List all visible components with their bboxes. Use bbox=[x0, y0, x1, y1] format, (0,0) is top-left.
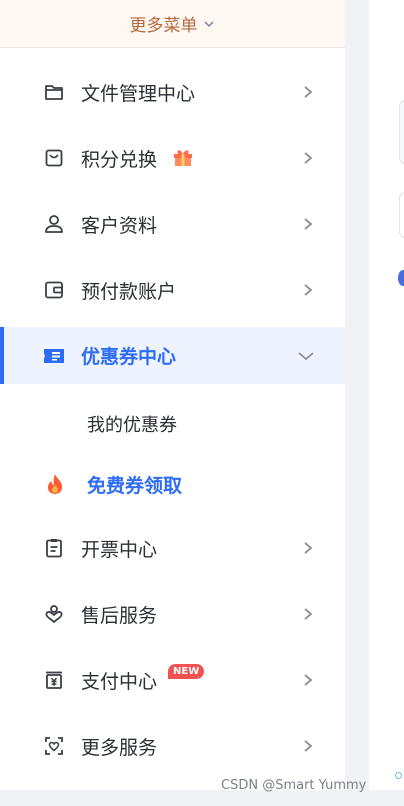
user-icon bbox=[42, 212, 66, 236]
menu-subitem-my-coupons[interactable]: 我的优惠券 bbox=[0, 396, 345, 452]
folder-icon bbox=[42, 80, 66, 104]
watermark: CSDN @Smart Yummy bbox=[221, 778, 367, 793]
menu-label: 免费券领取 bbox=[87, 474, 183, 497]
chevron-down-icon bbox=[297, 349, 315, 363]
menu-label: 客户资料 bbox=[81, 214, 158, 237]
scan-heart-icon bbox=[42, 734, 66, 758]
chevron-right-icon bbox=[301, 85, 315, 99]
menu-item-coupon[interactable]: 优惠券中心 bbox=[0, 327, 345, 384]
sidebar: 更多菜单 文件管理中心 积分兑换 客户资料 预付款账户 优惠券中心 我的优惠券 … bbox=[0, 0, 345, 790]
clipboard-icon bbox=[42, 536, 66, 560]
more-menu-label: 更多菜单 bbox=[129, 16, 198, 36]
gift-icon bbox=[172, 146, 194, 168]
fire-icon bbox=[43, 472, 67, 496]
chevron-right-icon bbox=[301, 283, 315, 297]
shopping-bag-icon bbox=[42, 146, 66, 170]
menu-item-invoice[interactable]: 开票中心 bbox=[0, 520, 345, 576]
submenu-label: 我的优惠券 bbox=[87, 415, 177, 436]
chevron-right-icon bbox=[301, 607, 315, 621]
content-card bbox=[399, 100, 404, 164]
chevron-right-icon bbox=[301, 673, 315, 687]
content-field[interactable] bbox=[399, 192, 404, 238]
new-badge: NEW bbox=[168, 664, 205, 679]
chevron-right-icon bbox=[301, 541, 315, 555]
chevron-right-icon bbox=[301, 151, 315, 165]
menu-item-more-services[interactable]: 更多服务 bbox=[0, 718, 345, 774]
menu-label: 更多服务 bbox=[81, 736, 158, 759]
menu-label: 预付款账户 bbox=[81, 280, 177, 303]
menu-item-after-sales[interactable]: 售后服务 bbox=[0, 586, 345, 642]
menu-item-payment[interactable]: 支付中心 NEW bbox=[0, 652, 345, 708]
menu-item-customer[interactable]: 客户资料 bbox=[0, 196, 345, 252]
chevron-right-icon bbox=[301, 739, 315, 753]
menu-label: 开票中心 bbox=[81, 538, 158, 561]
menu-label: 优惠券中心 bbox=[81, 346, 177, 368]
menu-label: 文件管理中心 bbox=[81, 82, 196, 105]
content-pane bbox=[369, 0, 404, 790]
wallet-icon bbox=[42, 278, 66, 302]
cashier-icon bbox=[42, 668, 66, 692]
menu-item-free-coupon[interactable]: 免费券领取 bbox=[0, 456, 345, 512]
corner-dot bbox=[395, 772, 402, 779]
menu-label: 积分兑换 bbox=[81, 148, 158, 171]
chevron-down-icon bbox=[202, 17, 216, 31]
menu-label: 支付中心 bbox=[81, 670, 158, 693]
menu-item-points[interactable]: 积分兑换 bbox=[0, 130, 345, 186]
more-menu-toggle[interactable]: 更多菜单 bbox=[0, 0, 345, 48]
chevron-right-icon bbox=[301, 217, 315, 231]
status-dot bbox=[398, 270, 404, 286]
menu-item-file-center[interactable]: 文件管理中心 bbox=[0, 64, 345, 120]
menu-item-prepaid[interactable]: 预付款账户 bbox=[0, 262, 345, 318]
active-indicator bbox=[0, 327, 4, 384]
ticket-icon bbox=[42, 344, 66, 368]
menu-label: 售后服务 bbox=[81, 604, 158, 627]
service-icon bbox=[42, 602, 66, 626]
